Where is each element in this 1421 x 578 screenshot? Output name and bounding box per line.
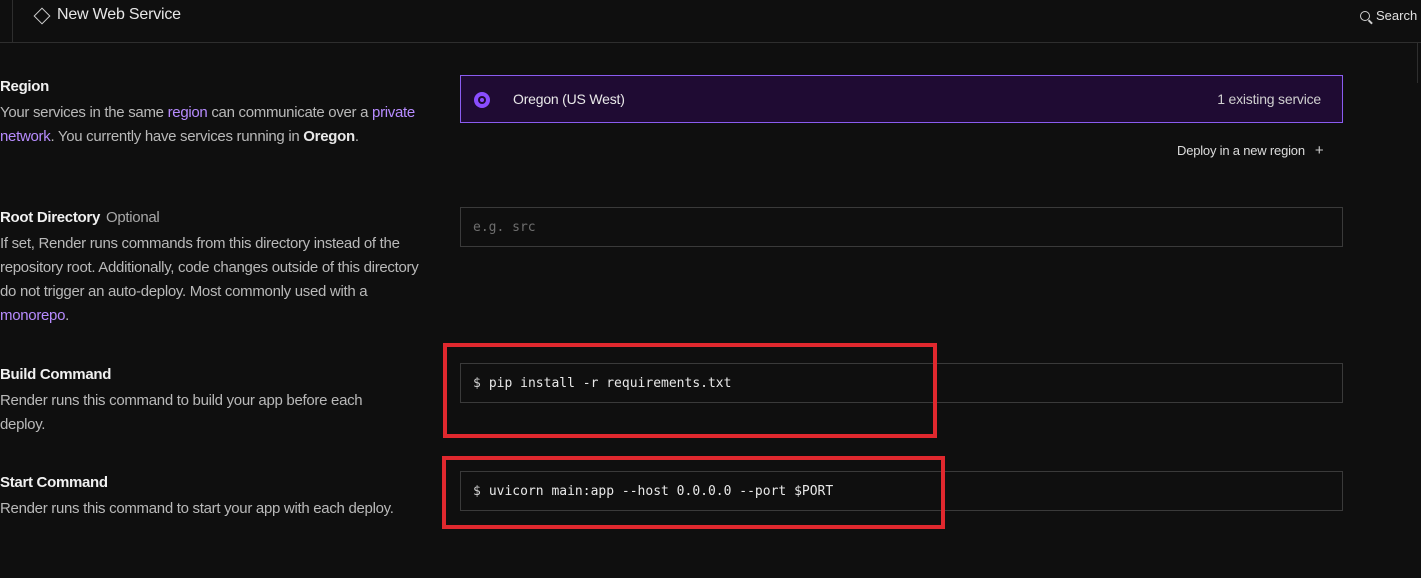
divider: [1417, 43, 1418, 83]
region-name: Oregon (US West): [513, 91, 625, 107]
root-directory-description: If set, Render runs commands from this d…: [0, 235, 419, 324]
root-directory-placeholder: e.g. src: [473, 219, 536, 235]
region-service-count: 1 existing service: [1217, 91, 1321, 107]
search-label: Search: [1376, 8, 1418, 23]
start-command-input[interactable]: $ uvicorn main:app --host 0.0.0.0 --port…: [460, 471, 1343, 511]
divider: [12, 0, 13, 43]
start-command-description: Render runs this command to start your a…: [0, 500, 394, 517]
monorepo-link[interactable]: monorepo: [0, 307, 65, 324]
diamond-icon: [33, 7, 51, 25]
start-command-value: uvicorn main:app --host 0.0.0.0 --port $…: [488, 483, 834, 499]
root-directory-section: Root Directory Optional If set, Render ru…: [0, 208, 430, 328]
search-icon: [1360, 10, 1370, 21]
region-link[interactable]: region: [168, 104, 208, 121]
deploy-new-region-button[interactable]: Deploy in a new region +: [1177, 142, 1324, 159]
plus-icon: +: [1314, 142, 1324, 159]
region-section: Region Your services in the same region …: [0, 77, 430, 149]
region-option-oregon[interactable]: Oregon (US West) 1 existing service: [460, 75, 1343, 123]
build-command-description: Render runs this command to build your a…: [0, 392, 363, 433]
region-heading: Region: [0, 78, 50, 95]
optional-label: Optional: [105, 209, 160, 226]
page-title: New Web Service: [57, 6, 181, 23]
search-button[interactable]: Search: [1360, 8, 1417, 23]
root-directory-input[interactable]: e.g. src: [460, 207, 1343, 247]
build-command-value: pip install -r requirements.txt: [488, 375, 732, 391]
deploy-new-region-label: Deploy in a new region: [1177, 143, 1305, 158]
build-command-heading: Build Command: [0, 366, 112, 383]
top-bar: New Web Service Search: [0, 0, 1421, 43]
radio-selected-icon[interactable]: [474, 92, 490, 108]
start-command-section: Start Command Render runs this command t…: [0, 473, 430, 521]
root-directory-heading: Root Directory Optional: [0, 209, 160, 226]
prompt-symbol: $: [473, 375, 481, 391]
region-description: Your services in the same region can com…: [0, 104, 415, 145]
prompt-symbol: $: [473, 483, 481, 499]
page: New Web Service Search Region Your servi…: [0, 0, 1421, 578]
build-command-input[interactable]: $ pip install -r requirements.txt: [460, 363, 1343, 403]
build-command-section: Build Command Render runs this command t…: [0, 365, 430, 437]
start-command-heading: Start Command: [0, 474, 108, 491]
